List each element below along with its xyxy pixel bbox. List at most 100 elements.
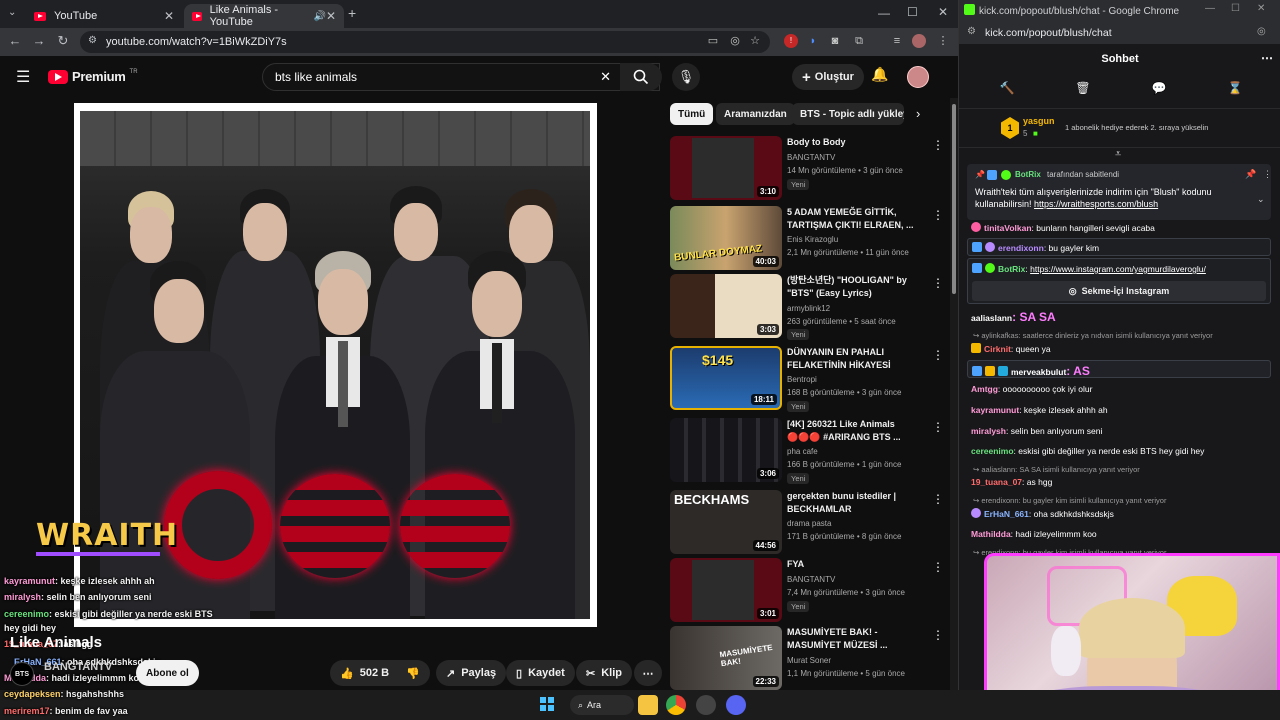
recommendation-item[interactable]: 3:03 (방탄소년단) "HOOLIGAN" by "BTS" (Easy L… (670, 274, 950, 340)
close-window-button[interactable]: ✕ (938, 5, 948, 19)
windows-start-icon[interactable] (538, 695, 556, 713)
minimize-button[interactable]: — (878, 6, 890, 20)
trash-icon[interactable]: 🗑 (1075, 81, 1091, 95)
eye-off-icon[interactable]: ◎ (1257, 26, 1266, 37)
scrollbar-thumb[interactable] (952, 104, 956, 294)
clear-search-icon[interactable]: ✕ (600, 69, 611, 85)
extension-icon[interactable]: ◗ (806, 34, 820, 48)
more-vert-icon[interactable]: ⋮ (1263, 169, 1272, 180)
back-icon[interactable]: ← (6, 33, 24, 48)
more-options-icon[interactable]: ⋮ (932, 420, 944, 434)
chip-bts-topic[interactable]: BTS - Topic adlı yükleyic (792, 103, 904, 125)
subscribe-button[interactable]: Abone ol (136, 660, 199, 686)
create-button[interactable]: + Oluştur (792, 64, 864, 90)
app-icon[interactable] (696, 695, 716, 715)
url-field[interactable]: ⚙ youtube.com/watch?v=1BiWkZDiY7s (80, 31, 770, 53)
tab-youtube[interactable]: YouTube ✕ (26, 4, 182, 28)
thumbs-down-icon[interactable]: 👎 (406, 667, 420, 680)
recommendation-thumbnail[interactable]: 3:10 (670, 136, 782, 200)
more-actions-button[interactable]: ⋯ (634, 660, 662, 686)
eye-off-icon[interactable]: ◎ (728, 34, 742, 48)
tab-like-animals[interactable]: Like Animals - YouTube 🔊 ✕ (184, 4, 344, 28)
recommendation-item[interactable]: BECKHAMS 44:56 gerçekten bunu istediler … (670, 490, 950, 556)
extension-icon[interactable]: ! (784, 34, 798, 48)
reply-context[interactable]: ↪ erendixonn: bu gayler kim isimli kulla… (973, 496, 1166, 505)
recommendation-thumbnail[interactable]: $145 18:11 (670, 346, 782, 410)
recommendation-item[interactable]: 3:06 [4K] 260321 Like Animals 🔴🔴🔴 #ARIRA… (670, 418, 950, 484)
youtube-premium-logo[interactable]: Premium TR (48, 69, 138, 84)
menu-kebab-icon[interactable]: ⋮ (936, 34, 950, 48)
recommendation-thumbnail[interactable]: BECKHAMS 44:56 (670, 490, 782, 554)
expand-chevron-icon[interactable]: ⩡ (1115, 148, 1121, 161)
pinned-by-user[interactable]: BotRix (1015, 170, 1041, 179)
chrome-icon[interactable] (666, 695, 686, 715)
more-options-icon[interactable]: ⋮ (932, 276, 944, 290)
unpin-icon[interactable]: 📌 (1245, 169, 1256, 180)
extension-icon[interactable]: ◙ (828, 34, 842, 48)
search-input[interactable]: bts like animals ✕ (262, 63, 660, 91)
message-link[interactable]: https://www.instagram.com/yagmurdilavero… (1030, 264, 1206, 274)
more-options-icon[interactable]: ⋮ (932, 492, 944, 506)
extensions-puzzle-icon[interactable]: ⧉ (852, 34, 866, 48)
minimize-button[interactable]: — (1205, 3, 1215, 14)
kick-address-bar[interactable]: ⚙ kick.com/popout/blush/chat ◎ (959, 22, 1280, 44)
reload-icon[interactable]: ↻ (54, 33, 72, 49)
recommendation-item[interactable]: 3:01 FYA BANGTANTV 7,4 Mn görüntüleme • … (670, 558, 950, 624)
recommendation-thumbnail[interactable]: 3:01 (670, 558, 782, 622)
save-button[interactable]: ▯ Kaydet (506, 660, 575, 686)
discord-icon[interactable] (726, 695, 746, 715)
reply-context[interactable]: ↪ aaliaslann: SA SA isimli kullanıcıya y… (973, 465, 1140, 474)
chip-from-search[interactable]: Aramanızdan (716, 103, 795, 125)
recommendation-item[interactable]: $145 18:11 DÜNYANIN EN PAHALI FELAKETİNİ… (670, 346, 950, 412)
more-horiz-icon[interactable]: ⋯ (1261, 51, 1273, 65)
notifications-bell-icon[interactable]: 🔔 (871, 66, 888, 83)
thumbs-up-icon[interactable]: 👍 (340, 667, 354, 680)
search-button[interactable] (620, 63, 662, 91)
recommendation-item[interactable]: MASUMİYETE BAK! 22:33 MASUMİYETE BAK! - … (670, 626, 950, 690)
account-avatar[interactable] (907, 66, 929, 88)
taskbar-search[interactable]: ⌕ Ara (570, 695, 634, 715)
file-explorer-icon[interactable] (638, 695, 658, 715)
instagram-embed-button[interactable]: ◎ Sekme-İçi Instagram (972, 281, 1266, 301)
more-options-icon[interactable]: ⋮ (932, 208, 944, 222)
hamburger-menu-icon[interactable]: ☰ (16, 67, 30, 87)
chevron-down-icon[interactable]: ⌄ (1257, 194, 1265, 205)
clip-button[interactable]: ✂ Klip (576, 660, 632, 686)
chip-all[interactable]: Tümü (670, 103, 714, 125)
tab-close-icon[interactable]: ✕ (164, 9, 174, 23)
site-info-icon[interactable]: ⚙ (88, 35, 97, 46)
speaker-icon[interactable]: 🔊 (313, 11, 325, 22)
new-tab-button[interactable]: + (348, 5, 356, 21)
chevron-right-icon[interactable]: › (916, 106, 920, 121)
recommendation-item[interactable]: 3:10 Body to Body BANGTANTV 14 Mn görünt… (670, 136, 950, 202)
cast-icon[interactable]: ▭ (706, 34, 720, 48)
recommendation-thumbnail[interactable]: 3:06 (670, 418, 782, 482)
hammer-icon[interactable]: 🔨 (999, 81, 1015, 95)
profile-avatar[interactable] (912, 34, 926, 48)
tab-search-icon[interactable]: ⌄ (8, 7, 16, 18)
more-options-icon[interactable]: ⋮ (932, 628, 944, 642)
tab-close-icon[interactable]: ✕ (326, 9, 336, 23)
maximize-button[interactable]: ☐ (1231, 3, 1240, 14)
voice-search-button[interactable]: 🎙 (672, 63, 700, 91)
pinned-link[interactable]: https://wraithesports.com/blush (1034, 199, 1158, 209)
like-count[interactable]: 502 B (360, 667, 389, 679)
top-gifter-name[interactable]: yasgun (1023, 116, 1055, 126)
recommendation-thumbnail[interactable]: MASUMİYETE BAK! 22:33 (670, 626, 782, 690)
share-button[interactable]: ↗ Paylaş (436, 660, 507, 686)
reply-context[interactable]: ↪ aylinkafkas: saatlerce dinleriz ya nıd… (973, 331, 1213, 340)
forward-icon[interactable]: → (30, 33, 48, 48)
close-window-button[interactable]: ✕ (1257, 3, 1265, 14)
channel-avatar[interactable]: BTS (10, 662, 34, 686)
recommendation-item[interactable]: BUNLAR DOYMAZ 40:03 5 ADAM YEMEĞE GİTTİK… (670, 206, 950, 272)
site-info-icon[interactable]: ⚙ (967, 26, 976, 37)
more-options-icon[interactable]: ⋮ (932, 560, 944, 574)
recommendation-thumbnail[interactable]: BUNLAR DOYMAZ 40:03 (670, 206, 782, 270)
bookmark-star-icon[interactable]: ☆ (748, 34, 762, 48)
more-options-icon[interactable]: ⋮ (932, 348, 944, 362)
hourglass-icon[interactable]: ⌛ (1227, 81, 1243, 95)
channel-name[interactable]: BANGTANTV (44, 661, 112, 673)
chat-bubble-icon[interactable]: 💬 (1151, 81, 1167, 95)
maximize-button[interactable]: ☐ (907, 5, 918, 19)
more-options-icon[interactable]: ⋮ (932, 138, 944, 152)
